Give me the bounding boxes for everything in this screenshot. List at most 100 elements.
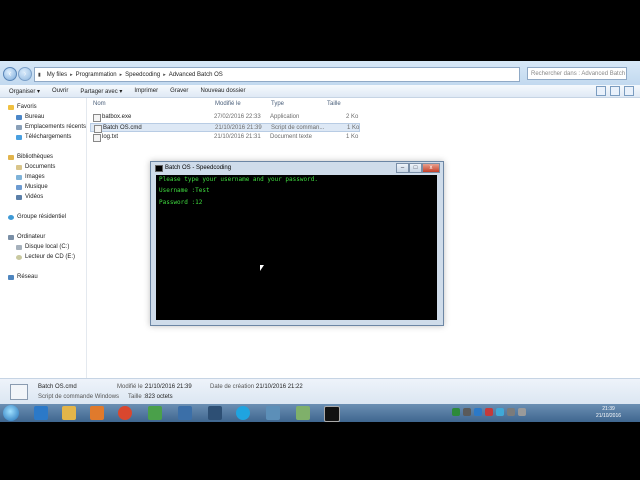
image-icon <box>16 174 22 180</box>
file-type: Application <box>270 114 300 120</box>
sidebar-item-music[interactable]: Musique <box>16 184 48 190</box>
console-output[interactable]: Please type your username and your passw… <box>156 175 437 320</box>
details-size-value: 823 octets <box>145 394 173 400</box>
organize-button[interactable]: Organiser ▾ <box>3 88 46 95</box>
sidebar-item-downloads[interactable]: Téléchargements <box>16 134 71 140</box>
tray-icon[interactable] <box>496 408 504 416</box>
tray-icon[interactable] <box>452 408 460 416</box>
sidebar-item-videos[interactable]: Vidéos <box>16 194 43 200</box>
mouse-cursor-icon <box>260 265 264 271</box>
maximize-button[interactable]: □ <box>409 163 422 173</box>
clock-date: 21/10/2016 <box>596 413 622 419</box>
tool-icon[interactable] <box>208 406 222 420</box>
address-bar-area: ‹ › ▮ My files ▸ Programmation ▸ Speedcodi… <box>0 61 640 85</box>
sidebar-item-recent[interactable]: Emplacements récents <box>16 124 86 130</box>
internet-explorer-icon[interactable] <box>34 406 48 420</box>
system-tray <box>452 408 526 416</box>
table-row[interactable]: batbox.exe 27/02/2016 22:33 Application … <box>90 113 360 122</box>
console-line: Please type your username and your passw… <box>159 176 318 183</box>
chrome-icon[interactable] <box>118 406 132 420</box>
console-window[interactable]: Batch OS - Speedcoding – □ x Please type… <box>150 161 444 326</box>
column-header-name[interactable]: Nom <box>93 101 106 107</box>
network-tray-icon[interactable] <box>507 408 515 416</box>
file-explorer-icon[interactable] <box>62 406 76 420</box>
help-icon[interactable] <box>624 86 634 96</box>
file-name: log.txt <box>102 134 119 140</box>
navigation-pane: Favoris Bureau Emplacements récents Télé… <box>0 98 87 378</box>
open-button[interactable]: Ouvrir <box>46 88 74 94</box>
sidebar-item-computer[interactable]: Ordinateur <box>8 234 45 240</box>
recent-places-icon <box>16 124 22 130</box>
details-modified-label: Modifié le : <box>117 384 147 390</box>
details-modified-value: 21/10/2016 21:39 <box>145 384 192 390</box>
media-player-icon[interactable] <box>90 406 104 420</box>
download-icon <box>16 134 22 140</box>
file-size: 1 Ko <box>347 125 360 131</box>
print-button[interactable]: Imprimer <box>128 88 164 94</box>
desktop-icon <box>16 114 22 120</box>
new-folder-button[interactable]: Nouveau dossier <box>194 88 251 94</box>
details-created-label: Date de création : <box>210 384 258 390</box>
breadcrumb-advanced-batch-os[interactable]: Advanced Batch OS <box>166 72 226 78</box>
file-name: Batch OS.cmd <box>103 125 142 131</box>
share-button[interactable]: Partager avec ▾ <box>74 88 128 95</box>
preview-pane-icon[interactable] <box>610 86 620 96</box>
address-bar[interactable]: ▮ My files ▸ Programmation ▸ Speedcoding ▸ … <box>34 67 520 82</box>
file-type: Script de comman... <box>271 125 325 131</box>
search-input[interactable]: Rechercher dans : Advanced Batch OS <box>527 67 627 80</box>
table-row[interactable]: Batch OS.cmd 21/10/2016 21:39 Script de … <box>90 123 360 133</box>
music-icon <box>16 184 22 190</box>
table-row[interactable]: log.txt 21/10/2016 21:31 Document texte … <box>90 133 360 142</box>
sidebar-item-network[interactable]: Réseau <box>8 274 38 280</box>
details-created-value: 21/10/2016 21:22 <box>256 384 303 390</box>
tray-icon[interactable] <box>474 408 482 416</box>
script-file-icon <box>94 125 102 133</box>
forward-button[interactable]: › <box>18 67 32 81</box>
tray-icon[interactable] <box>485 408 493 416</box>
sidebar-item-favorites[interactable]: Favoris <box>8 104 37 110</box>
desktop-screen: ‹ › ▮ My files ▸ Programmation ▸ Speedcodi… <box>0 61 640 422</box>
sidebar-item-local-disk[interactable]: Disque local (C:) <box>16 244 69 250</box>
sidebar-item-desktop[interactable]: Bureau <box>16 114 44 120</box>
file-name: batbox.exe <box>102 114 132 120</box>
sidebar-item-homegroup[interactable]: Groupe résidentiel <box>8 214 66 220</box>
sidebar-item-images[interactable]: Images <box>16 174 45 180</box>
close-button[interactable]: x <box>422 163 440 173</box>
sidebar-item-cd-drive[interactable]: Lecteur de CD (E:) <box>16 254 75 260</box>
paint-icon[interactable] <box>148 406 162 420</box>
computer-icon <box>8 234 14 240</box>
clock-time: 21:39 <box>602 406 615 412</box>
cd-drive-icon <box>16 254 22 260</box>
tray-icon[interactable] <box>463 408 471 416</box>
monitor-icon[interactable] <box>266 406 280 420</box>
taskbar-clock[interactable]: 21:39 21/10/2016 <box>596 406 621 420</box>
script-file-icon <box>10 384 28 400</box>
skype-icon[interactable] <box>236 406 250 420</box>
console-taskbar-icon[interactable] <box>324 406 340 422</box>
minimize-button[interactable]: – <box>396 163 409 173</box>
column-header-type[interactable]: Type <box>271 101 284 107</box>
command-toolbar: Organiser ▾ Ouvrir Partager avec ▾ Impri… <box>0 85 640 98</box>
burn-button[interactable]: Graver <box>164 88 194 94</box>
breadcrumb-programmation[interactable]: Programmation <box>73 72 120 78</box>
column-header-modified[interactable]: Modifié le <box>215 101 241 107</box>
start-button[interactable] <box>3 405 19 421</box>
sidebar-item-libraries[interactable]: Bibliothèques <box>8 154 53 160</box>
app-icon[interactable] <box>178 406 192 420</box>
file-modified: 21/10/2016 21:39 <box>215 125 262 131</box>
volume-icon[interactable] <box>518 408 526 416</box>
console-line: Password :12 <box>159 199 203 206</box>
back-button[interactable]: ‹ <box>3 67 17 81</box>
details-pane: Batch OS.cmd Script de commande Windows … <box>0 378 640 405</box>
view-options-icon[interactable] <box>596 86 606 96</box>
sidebar-item-documents[interactable]: Documents <box>16 164 55 170</box>
breadcrumb-speedcoding[interactable]: Speedcoding <box>122 72 163 78</box>
breadcrumb-my-files[interactable]: My files <box>44 72 70 78</box>
file-modified: 21/10/2016 21:31 <box>214 134 261 140</box>
notepad-icon[interactable] <box>296 406 310 420</box>
file-type: Document texte <box>270 134 313 140</box>
star-icon <box>8 104 14 110</box>
details-filetype: Script de commande Windows <box>38 394 120 400</box>
details-filename: Batch OS.cmd <box>38 384 77 390</box>
column-header-size[interactable]: Taille <box>327 101 341 107</box>
